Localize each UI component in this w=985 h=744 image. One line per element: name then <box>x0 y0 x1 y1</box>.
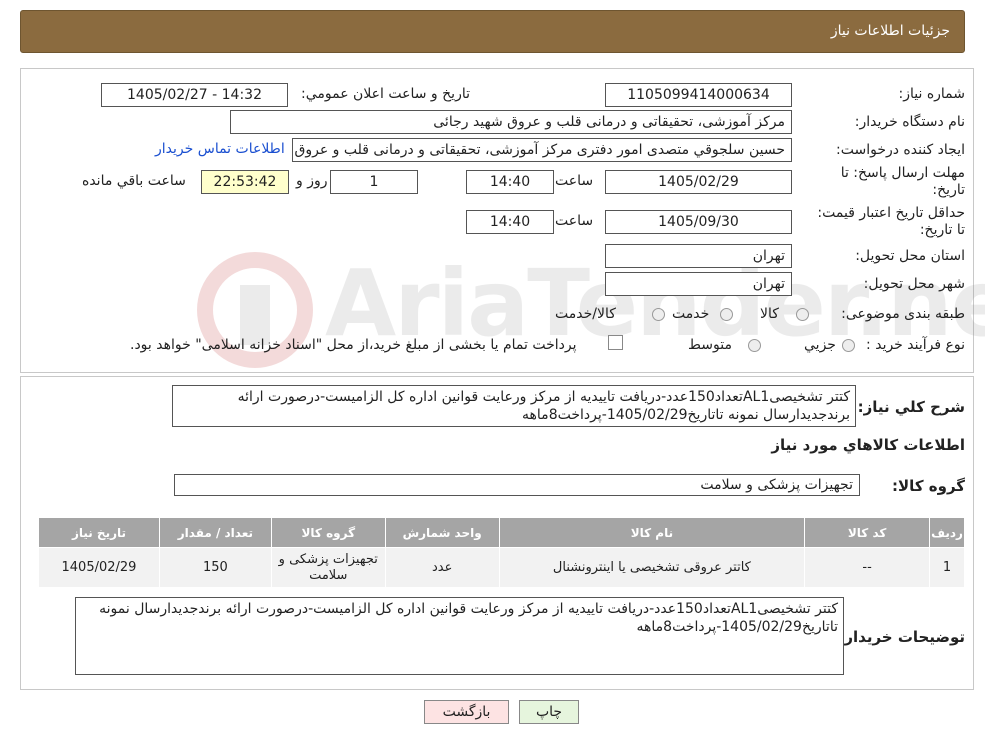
buyer-notes-field: کتتر تشخیصیAL1تعداد150عدد-دریافت تاییدیه… <box>75 597 844 675</box>
buyer-contact-link[interactable]: اطلاعات تماس خريدار <box>155 141 285 157</box>
cell-group: تجهیزات پزشکی و سلامت <box>270 547 386 588</box>
page-title: جزئیات اطلاعات نیاز <box>830 23 950 39</box>
delivery-city-field: تهران <box>605 272 792 296</box>
buyer-notes-label: توضيحات خريدار: <box>838 628 965 646</box>
validity-time-field: 14:40 <box>466 210 554 234</box>
goods-group-field: تجهیزات پزشکی و سلامت <box>174 474 860 496</box>
table-row: 1 -- کاتتر عروقی تشخیصی یا اینترونشنال ع… <box>38 547 965 588</box>
announce-datetime-field: 1405/02/27 - 14:32 <box>101 83 288 107</box>
col-unit: واحد شمارش <box>384 517 500 548</box>
need-number-label: شماره نیاز: <box>898 86 966 102</box>
description-field: کتتر تشخیصیAL1تعداد150عدد-دریافت تاییدیه… <box>172 385 856 427</box>
table-header-row: رديف کد کالا نام کالا واحد شمارش گروه کا… <box>38 517 965 548</box>
delivery-province-label: استان محل تحويل: <box>855 248 965 264</box>
category-goods-label: کالا <box>760 306 779 322</box>
cell-unit: عدد <box>384 547 500 588</box>
cell-quantity: 150 <box>158 547 272 588</box>
goods-group-label: گروه کالا: <box>892 477 965 495</box>
treasury-checkbox[interactable] <box>608 335 623 350</box>
validity-deadline-label: حداقل تاريخ اعتبار قيمت: تا تاريخ: <box>817 205 965 238</box>
requester-label: ايجاد کننده درخواست: <box>836 142 965 158</box>
goods-table: رديف کد کالا نام کالا واحد شمارش گروه کا… <box>38 517 965 588</box>
purchase-medium-label: متوسط <box>688 337 732 353</box>
goods-info-title: اطلاعات كالاهاي مورد نياز <box>771 436 965 454</box>
category-goods-radio[interactable] <box>796 308 809 321</box>
remaining-label: ساعت باقي مانده <box>82 173 186 189</box>
col-name: نام کالا <box>498 517 806 548</box>
category-service-radio[interactable] <box>720 308 733 321</box>
page-header: جزئیات اطلاعات نیاز <box>20 10 965 53</box>
cell-row: 1 <box>929 547 965 588</box>
validity-date-field: 1405/09/30 <box>605 210 792 234</box>
delivery-city-label: شهر محل تحويل: <box>863 276 965 292</box>
cell-name: کاتتر عروقی تشخیصی یا اینترونشنال <box>498 547 806 588</box>
category-goods-service-radio[interactable] <box>652 308 665 321</box>
back-button[interactable]: بازگشت <box>424 700 509 724</box>
reply-deadline-label: مهلت ارسال پاسخ: تا تاريخ: <box>840 165 965 198</box>
treasury-note: پرداخت تمام يا بخشی از مبلغ خريد،از محل … <box>130 337 577 353</box>
reply-date-field: 1405/02/29 <box>605 170 792 194</box>
buyer-org-field: مرکز آموزشی، تحقیقاتی و درمانی قلب و عرو… <box>230 110 792 134</box>
remaining-time-field: 22:53:42 <box>201 170 289 194</box>
announce-datetime-label: تاریخ و ساعت اعلان عمومي: <box>301 86 470 102</box>
col-date: تاريخ نياز <box>38 517 160 548</box>
col-group: گروه کالا <box>270 517 386 548</box>
cell-code: -- <box>804 547 931 588</box>
category-goods-service-label: کالا/خدمت <box>555 306 616 322</box>
day-and-label: روز و <box>296 173 328 189</box>
category-service-label: خدمت <box>672 306 710 322</box>
purchase-minor-label: جزيي <box>804 337 836 353</box>
reply-hour-label: ساعت <box>555 173 594 189</box>
purchase-minor-radio[interactable] <box>842 339 855 352</box>
col-code: کد کالا <box>804 517 931 548</box>
description-label: شرح کلي نياز: <box>857 398 965 416</box>
purchase-type-label: نوع فرآيند خريد : <box>866 337 965 353</box>
reply-time-field: 14:40 <box>466 170 554 194</box>
col-row: رديف <box>929 517 965 548</box>
validity-hour-label: ساعت <box>555 213 594 229</box>
print-button[interactable]: چاپ <box>519 700 579 724</box>
buyer-org-label: نام دستگاه خريدار: <box>854 114 965 130</box>
category-label: طبقه بندی موضوعی: <box>841 306 965 322</box>
cell-date: 1405/02/29 <box>38 547 160 588</box>
col-quantity: تعداد / مقدار <box>158 517 272 548</box>
delivery-province-field: تهران <box>605 244 792 268</box>
requester-field: حسين سلجوقي متصدی امور دفتری مرکز آموزشی… <box>292 138 792 162</box>
days-field: 1 <box>330 170 418 194</box>
purchase-medium-radio[interactable] <box>748 339 761 352</box>
need-number-field: 1105099414000634 <box>605 83 792 107</box>
